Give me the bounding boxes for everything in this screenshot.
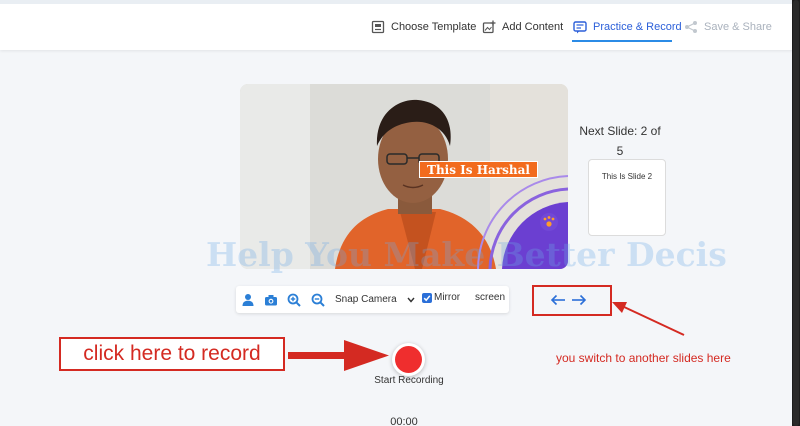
scrollbar-thumb[interactable] bbox=[793, 0, 799, 426]
mirror-label: Mirror bbox=[434, 292, 461, 303]
chevron-down-icon bbox=[407, 297, 415, 303]
thumbnail-title: This Is Slide 2 bbox=[601, 172, 653, 181]
vertical-scrollbar[interactable] bbox=[792, 0, 800, 426]
record-button[interactable] bbox=[392, 343, 425, 376]
step-choose-template[interactable]: Choose Template bbox=[371, 18, 476, 36]
slide-nav-pointer-arrow bbox=[612, 302, 685, 336]
slide-nav-highlight bbox=[532, 285, 612, 316]
camera-select[interactable]: Snap Camera bbox=[335, 292, 415, 307]
record-pointer-arrow bbox=[288, 340, 389, 371]
active-step-indicator bbox=[572, 40, 672, 42]
arrow-left-icon[interactable] bbox=[550, 294, 566, 306]
zoom-in-icon[interactable] bbox=[287, 293, 301, 307]
step-label: Choose Template bbox=[391, 21, 477, 33]
practice-record-icon bbox=[573, 21, 587, 34]
arrow-right-icon[interactable] bbox=[571, 294, 587, 306]
camera-select-value: Snap Camera bbox=[335, 294, 397, 305]
step-label: Add Content bbox=[502, 21, 564, 33]
next-slide-label: Next Slide: 2 of 5 bbox=[579, 124, 661, 158]
switch-slides-note: you switch to another slides here bbox=[556, 351, 731, 365]
step-add-content[interactable]: Add Content bbox=[482, 18, 563, 36]
share-icon bbox=[685, 21, 697, 33]
step-save-share[interactable]: Save & Share bbox=[684, 18, 772, 36]
add-content-icon bbox=[482, 20, 496, 34]
mirror-checkbox[interactable] bbox=[422, 293, 432, 303]
checkmark-icon bbox=[423, 295, 431, 302]
screen-button[interactable]: screen bbox=[475, 292, 505, 303]
record-callout-text: click here to record bbox=[83, 342, 261, 365]
next-slide-thumbnail[interactable]: This Is Slide 2 bbox=[588, 159, 666, 236]
name-tag-overlay: This Is Harshal bbox=[419, 161, 538, 178]
step-label: Practice & Record bbox=[593, 21, 682, 33]
step-practice-record[interactable]: Practice & Record bbox=[573, 18, 682, 36]
recording-timer: 00:00 bbox=[390, 416, 418, 426]
top-nav-bar: Choose Template Add Content Practice & R… bbox=[0, 0, 800, 50]
camera-icon[interactable] bbox=[264, 293, 278, 307]
record-dot-icon bbox=[395, 346, 422, 373]
start-recording-label: Start Recording bbox=[374, 375, 444, 386]
camera-toolbar: Snap Camera Mirror screen bbox=[236, 286, 509, 313]
user-icon[interactable] bbox=[241, 293, 255, 307]
zoom-out-icon[interactable] bbox=[311, 293, 325, 307]
record-callout: click here to record bbox=[59, 337, 285, 371]
template-icon bbox=[371, 20, 385, 34]
step-label: Save & Share bbox=[704, 21, 772, 33]
top-edge bbox=[0, 0, 800, 4]
